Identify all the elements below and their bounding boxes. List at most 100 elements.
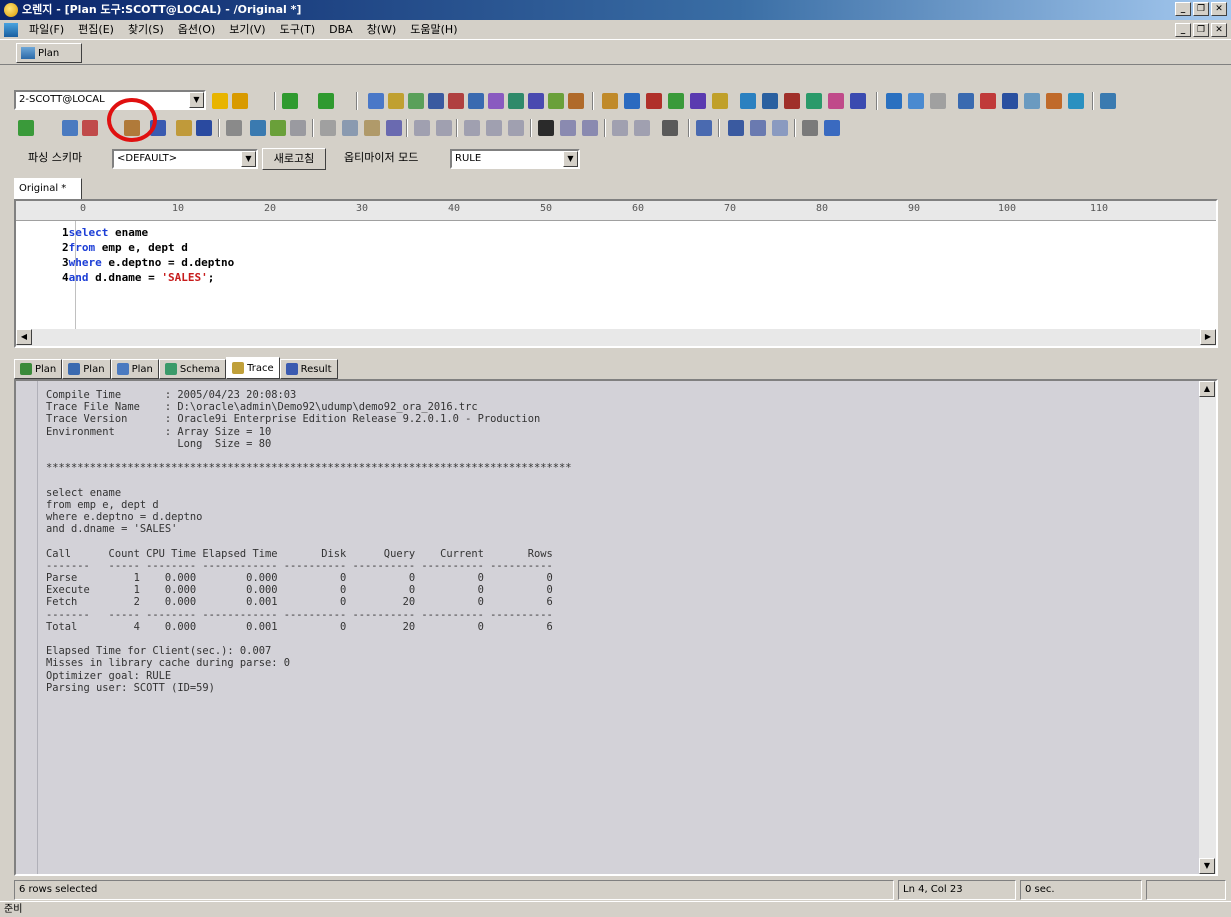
- parse-schema-select[interactable]: <DEFAULT> ▼: [112, 149, 258, 169]
- document-icon[interactable]: [4, 23, 18, 37]
- tab-schema[interactable]: Schema: [158, 359, 227, 379]
- optimizer-mode-select[interactable]: RULE ▼: [450, 149, 580, 169]
- tab-trace[interactable]: Trace: [226, 357, 280, 379]
- scroll-right-icon[interactable]: ▶: [1200, 329, 1216, 345]
- tab-plan-1[interactable]: Plan: [14, 359, 63, 379]
- explain-icon[interactable]: [62, 120, 78, 136]
- connection-select[interactable]: 2-SCOTT@LOCAL ▼: [14, 90, 206, 110]
- menu-view[interactable]: 보기(V): [222, 20, 272, 40]
- scroll-up-icon[interactable]: ▲: [1199, 381, 1215, 397]
- uppercase-icon[interactable]: [634, 120, 650, 136]
- package-icon[interactable]: [388, 93, 404, 109]
- find-next-icon[interactable]: [560, 120, 576, 136]
- tab-plan-3[interactable]: Plan: [110, 359, 159, 379]
- forward-next-icon[interactable]: [318, 93, 334, 109]
- mdi-close-button[interactable]: ✕: [1211, 23, 1227, 37]
- grid-icon[interactable]: [468, 93, 484, 109]
- chevron-down-icon[interactable]: ▼: [241, 151, 256, 167]
- redo-icon[interactable]: [436, 120, 452, 136]
- tool-s-icon[interactable]: [1024, 93, 1040, 109]
- chevron-down-icon[interactable]: ▼: [189, 92, 204, 108]
- tool-r-icon[interactable]: [1002, 93, 1018, 109]
- menu-file[interactable]: 파일(F): [22, 20, 71, 40]
- sql-script-icon[interactable]: [232, 93, 248, 109]
- editor-horizontal-scrollbar[interactable]: ◀ ▶: [16, 329, 1216, 346]
- monitor-icon[interactable]: [568, 93, 584, 109]
- grid-view-icon[interactable]: [728, 120, 744, 136]
- format-icon[interactable]: [612, 120, 628, 136]
- tool-n-icon[interactable]: [908, 93, 924, 109]
- execute-icon[interactable]: [18, 120, 34, 136]
- scroll-down-icon[interactable]: ▼: [1199, 858, 1215, 874]
- text-view-icon[interactable]: [750, 120, 766, 136]
- describe-icon[interactable]: [696, 120, 712, 136]
- session-icon[interactable]: [508, 93, 524, 109]
- cut-icon[interactable]: [320, 120, 336, 136]
- history-icon[interactable]: [250, 120, 266, 136]
- chevron-down-icon[interactable]: ▼: [563, 151, 578, 167]
- tool-q-icon[interactable]: [980, 93, 996, 109]
- table-edit-icon[interactable]: [386, 120, 402, 136]
- tool-c-icon[interactable]: [646, 93, 662, 109]
- tool-b-icon[interactable]: [624, 93, 640, 109]
- tool-g-icon[interactable]: [740, 93, 756, 109]
- mdi-restore-button[interactable]: ❐: [1193, 23, 1209, 37]
- object-icon[interactable]: [408, 93, 424, 109]
- scroll-left-icon[interactable]: ◀: [16, 329, 32, 345]
- menu-search[interactable]: 찾기(S): [121, 20, 171, 40]
- menu-dba[interactable]: DBA: [322, 20, 360, 40]
- tool-p-icon[interactable]: [958, 93, 974, 109]
- clear-icon[interactable]: [290, 120, 306, 136]
- tool-h-icon[interactable]: [762, 93, 778, 109]
- tool-l-icon[interactable]: [850, 93, 866, 109]
- outdent-icon[interactable]: [486, 120, 502, 136]
- undo-icon[interactable]: [414, 120, 430, 136]
- mdi-minimize-button[interactable]: _: [1175, 23, 1191, 37]
- tool-e-icon[interactable]: [690, 93, 706, 109]
- tool-o-icon[interactable]: [930, 93, 946, 109]
- menu-tools[interactable]: 도구(T): [273, 20, 323, 40]
- connect-icon[interactable]: [802, 120, 818, 136]
- sql-editor[interactable]: 0 10 20 30 40 50 60 70 80 90 100 110 1se…: [14, 199, 1218, 348]
- menu-edit[interactable]: 편집(E): [71, 20, 121, 40]
- tool-m-icon[interactable]: [886, 93, 902, 109]
- tab-plan-2[interactable]: Plan: [62, 359, 111, 379]
- highlight-tool-icon[interactable]: [662, 120, 678, 136]
- save-icon[interactable]: [196, 120, 212, 136]
- close-button[interactable]: ✕: [1211, 2, 1227, 16]
- menu-help[interactable]: 도움말(H): [403, 20, 464, 40]
- schema-icon[interactable]: [428, 93, 444, 109]
- tool-a-icon[interactable]: [602, 93, 618, 109]
- table-icon[interactable]: [368, 93, 384, 109]
- disconnect-icon[interactable]: [824, 120, 840, 136]
- menu-options[interactable]: 옵션(O): [171, 20, 222, 40]
- tool-i-icon[interactable]: [784, 93, 800, 109]
- tool-v-icon[interactable]: [1100, 93, 1116, 109]
- forward-icon[interactable]: [282, 93, 298, 109]
- tab-original[interactable]: Original *: [14, 178, 82, 200]
- tool-d-icon[interactable]: [668, 93, 684, 109]
- tab-result[interactable]: Result: [279, 359, 338, 379]
- refresh-button[interactable]: 새로고침: [262, 148, 326, 170]
- trace-vertical-scrollbar[interactable]: ▲ ▼: [1199, 381, 1216, 874]
- copy-icon[interactable]: [342, 120, 358, 136]
- bookmark-icon[interactable]: [270, 120, 286, 136]
- comment-icon[interactable]: [508, 120, 524, 136]
- compare-icon[interactable]: [528, 93, 544, 109]
- restore-button[interactable]: ❐: [1193, 2, 1209, 16]
- sql-run-icon[interactable]: [212, 93, 228, 109]
- tool-j-icon[interactable]: [806, 93, 822, 109]
- indent-icon[interactable]: [464, 120, 480, 136]
- tab-plan-document[interactable]: Plan: [16, 43, 82, 63]
- open-icon[interactable]: [176, 120, 192, 136]
- split-view-icon[interactable]: [772, 120, 788, 136]
- tool-k-icon[interactable]: [828, 93, 844, 109]
- trace-output[interactable]: Compile Time : 2005/04/23 20:08:03 Trace…: [14, 379, 1218, 876]
- export-icon[interactable]: [548, 93, 564, 109]
- minimize-button[interactable]: _: [1175, 2, 1191, 16]
- query-builder-icon[interactable]: [488, 93, 504, 109]
- tool-t-icon[interactable]: [1046, 93, 1062, 109]
- replace-icon[interactable]: [582, 120, 598, 136]
- menu-window[interactable]: 창(W): [360, 20, 404, 40]
- tool-u-icon[interactable]: [1068, 93, 1084, 109]
